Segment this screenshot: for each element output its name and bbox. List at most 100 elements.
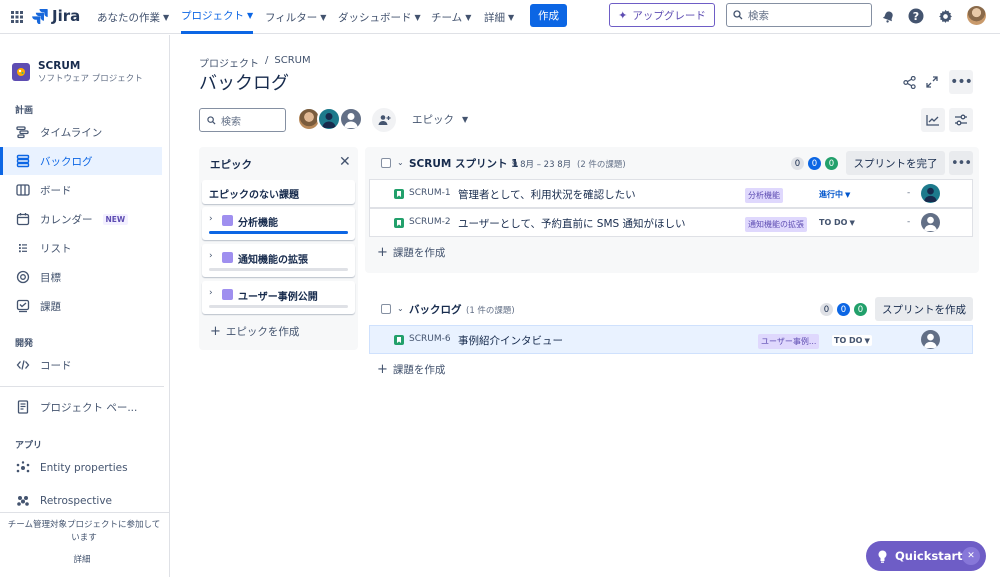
sidebar-item-label: ボード xyxy=(40,184,72,197)
epic-progress-track xyxy=(209,231,348,234)
sidebar-item-board[interactable]: ボード xyxy=(0,176,162,204)
help-icon[interactable]: ? xyxy=(907,7,925,25)
sidebar-item-issues[interactable]: 課題 xyxy=(0,292,162,320)
list-icon xyxy=(19,244,27,253)
nav-your-work[interactable]: あなたの作業 ▼ xyxy=(97,0,169,34)
epic-card[interactable]: › 通知機能の拡張 xyxy=(202,244,355,277)
chevron-down-icon: ▼ xyxy=(845,190,851,199)
sprint-more-icon[interactable]: ••• xyxy=(949,151,973,175)
estimate[interactable]: - xyxy=(907,217,910,227)
member-avatar-2[interactable] xyxy=(317,107,341,131)
close-icon[interactable]: ✕ xyxy=(962,547,980,565)
jira-logo[interactable]: Jira xyxy=(32,7,80,25)
count-in-progress: 0 xyxy=(837,303,850,316)
issue-summary[interactable]: 管理者として、利用状況を確認したい xyxy=(458,187,636,202)
sprint-create-issue-button[interactable]: + 課題を作成 xyxy=(377,245,445,260)
issue-summary[interactable]: 事例紹介インタビュー xyxy=(458,333,563,348)
notifications-icon[interactable] xyxy=(879,7,897,25)
status-dropdown[interactable]: 進行中 ▼ xyxy=(819,189,850,200)
create-sprint-button[interactable]: スプリントを作成 xyxy=(875,297,973,321)
nav-more[interactable]: 詳細 ▼ xyxy=(484,0,514,34)
main-content: プロジェクト / SCRUM バックログ ••• 検索 エピック ▼ エピック … xyxy=(170,35,1000,577)
issue-key[interactable]: SCRUM-2 xyxy=(409,217,451,227)
epic-progress-fill xyxy=(209,231,348,234)
epic-filter-dropdown[interactable]: エピック ▼ xyxy=(412,112,468,127)
sidebar-item-timeline[interactable]: タイムライン xyxy=(0,118,162,146)
nav-filters[interactable]: フィルター ▼ xyxy=(265,0,326,34)
assignee-avatar[interactable] xyxy=(921,184,940,203)
lightbulb-icon xyxy=(878,550,887,563)
backlog-search-input[interactable]: 検索 xyxy=(199,108,286,132)
epic-tag[interactable]: 通知機能の拡張 xyxy=(745,217,807,232)
member-avatar-3[interactable] xyxy=(339,107,363,131)
settings-gear-icon[interactable] xyxy=(936,7,954,25)
sprint-checkbox[interactable] xyxy=(381,158,391,168)
more-actions-icon[interactable]: ••• xyxy=(949,70,973,94)
issue-row[interactable]: SCRUM-1 管理者として、利用状況を確認したい 分析機能 進行中 ▼ - xyxy=(369,179,973,208)
sidebar-footer: チーム管理対象プロジェクトに参加しています 詳細 xyxy=(0,512,169,577)
close-icon[interactable]: ✕ xyxy=(339,154,351,170)
unassigned-avatar-icon[interactable] xyxy=(921,330,940,349)
share-icon[interactable] xyxy=(899,72,919,92)
chevron-down-icon: ▼ xyxy=(462,115,469,124)
status-dropdown[interactable]: TO DO ▼ xyxy=(832,335,872,346)
breadcrumb-projects[interactable]: プロジェクト xyxy=(199,55,259,70)
issue-key[interactable]: SCRUM-1 xyxy=(409,188,451,198)
sidebar-item-calendar[interactable]: カレンダー NEW xyxy=(0,205,162,233)
create-button[interactable]: 作成 xyxy=(530,4,567,27)
insights-chart-icon[interactable] xyxy=(921,108,945,132)
upgrade-button[interactable]: ✦ アップグレード xyxy=(609,3,715,27)
global-search-input[interactable]: 検索 xyxy=(726,3,872,27)
issue-key[interactable]: SCRUM-6 xyxy=(409,334,451,344)
breadcrumb: プロジェクト / SCRUM xyxy=(199,55,311,70)
nav-projects[interactable]: プロジェクト ▼ xyxy=(181,0,254,34)
epic-tag[interactable]: ユーザー事例... xyxy=(758,334,820,349)
sidebar-item-goals[interactable]: 目標 xyxy=(0,263,162,291)
issue-row[interactable]: SCRUM-2 ユーザーとして、予約直前に SMS 通知がほしい 通知機能の拡張… xyxy=(369,208,973,237)
app-switcher-icon[interactable] xyxy=(10,10,24,24)
chevron-down-icon[interactable]: ⌄ xyxy=(397,304,404,313)
unassigned-avatar-icon[interactable] xyxy=(921,213,940,232)
chevron-down-icon: ▼ xyxy=(849,218,855,227)
create-epic-button[interactable]: + エピックを作成 xyxy=(210,324,299,339)
epic-card[interactable]: › 分析機能 xyxy=(202,207,355,240)
project-name: SCRUM xyxy=(38,60,81,72)
project-type: ソフトウェア プロジェクト xyxy=(38,74,143,84)
breadcrumb-scrum[interactable]: SCRUM xyxy=(274,55,310,70)
complete-sprint-button[interactable]: スプリントを完了 xyxy=(846,151,945,175)
sidebar-item-entity-properties[interactable]: Entity properties xyxy=(0,454,162,482)
issue-row[interactable]: SCRUM-6 事例紹介インタビュー ユーザー事例... TO DO ▼ xyxy=(369,325,973,354)
chevron-down-icon[interactable]: ⌄ xyxy=(397,158,404,167)
status-dropdown[interactable]: TO DO ▼ xyxy=(819,218,855,227)
sidebar-item-code[interactable]: コード xyxy=(0,351,162,379)
svg-text:?: ? xyxy=(913,10,919,23)
epic-card[interactable]: › ユーザー事例公開 xyxy=(202,281,355,314)
jira-logo-text: Jira xyxy=(52,7,81,25)
user-avatar[interactable] xyxy=(967,6,986,25)
estimate[interactable]: - xyxy=(907,188,910,198)
epic-card-no-epic[interactable]: エピックのない課題 xyxy=(202,180,355,204)
sidebar-item-project-page[interactable]: プロジェクト ペー... xyxy=(0,393,162,421)
sidebar-item-list[interactable]: リスト xyxy=(0,234,162,262)
view-settings-icon[interactable] xyxy=(949,108,973,132)
fullscreen-icon[interactable] xyxy=(922,72,942,92)
sidebar-item-retrospective[interactable]: Retrospective xyxy=(0,487,162,515)
count-in-progress: 0 xyxy=(808,157,821,170)
sidebar-item-label: タイムライン xyxy=(40,126,103,139)
epic-color-swatch xyxy=(222,215,233,226)
add-people-icon[interactable] xyxy=(372,108,396,132)
sidebar-item-backlog[interactable]: バックログ xyxy=(0,147,162,175)
epic-tag[interactable]: 分析機能 xyxy=(745,188,783,203)
backlog-create-issue-button[interactable]: + 課題を作成 xyxy=(377,362,445,377)
sidebar-item-label: Entity properties xyxy=(40,462,128,474)
project-header[interactable]: SCRUM ソフトウェア プロジェクト xyxy=(12,60,143,84)
nav-teams[interactable]: チーム ▼ xyxy=(431,0,471,34)
backlog-section: ⌄ バックログ (1 件の課題) 0 0 0 スプリントを作成 SCRUM-6 … xyxy=(365,293,979,383)
issue-summary[interactable]: ユーザーとして、予約直前に SMS 通知がほしい xyxy=(458,216,686,231)
backlog-checkbox[interactable] xyxy=(381,304,391,314)
code-icon xyxy=(16,360,30,370)
nav-dashboards[interactable]: ダッシュボード ▼ xyxy=(338,0,421,34)
epic-panel: エピック ✕ エピックのない課題 › 分析機能 › 通知機能の拡張 › ユーザー… xyxy=(199,147,358,350)
quickstart-button[interactable]: Quickstart ✕ xyxy=(866,541,986,571)
footer-learn-more-link[interactable]: 詳細 xyxy=(0,553,164,565)
